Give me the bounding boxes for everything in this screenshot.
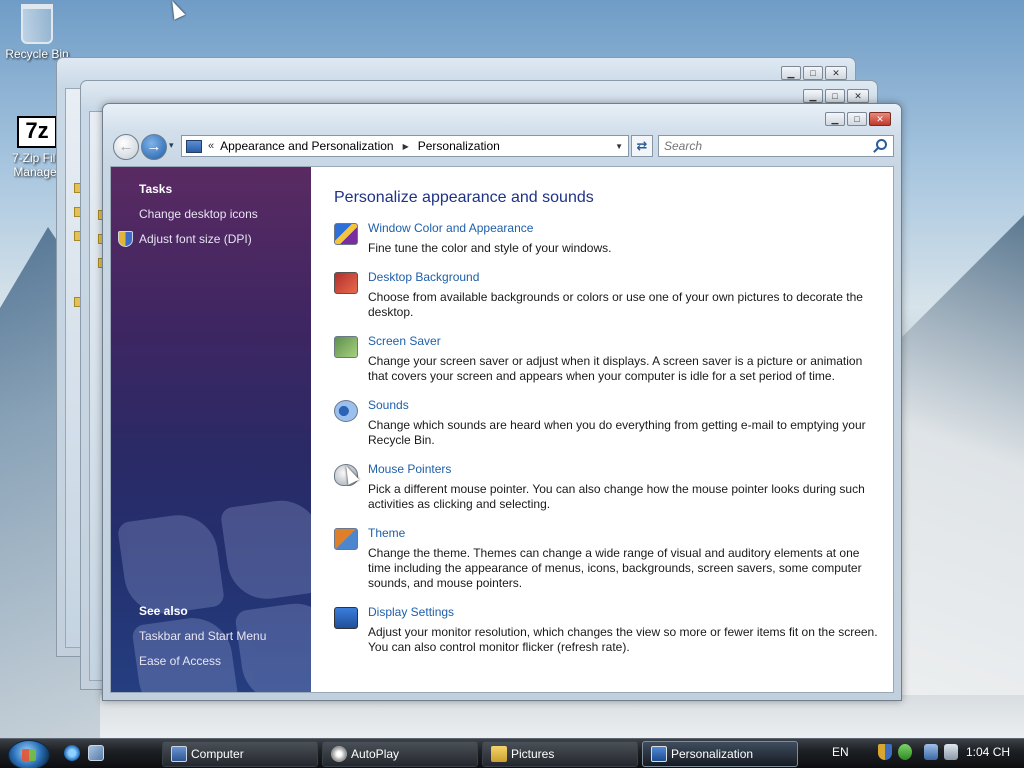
taskbar-button-label: AutoPlay bbox=[351, 747, 400, 761]
desktop-background-link[interactable]: Desktop Background bbox=[368, 270, 479, 284]
mouse-cursor-icon bbox=[166, 0, 186, 20]
maximize-button[interactable]: □ bbox=[847, 112, 867, 126]
wallpaper-snow bbox=[100, 695, 1024, 740]
network-icon[interactable] bbox=[924, 744, 938, 760]
mouse-pointers-link[interactable]: Mouse Pointers bbox=[368, 462, 451, 476]
taskbar-button-personalization[interactable]: Personalization bbox=[642, 741, 798, 767]
sounds-icon bbox=[334, 400, 358, 422]
address-bar[interactable]: « Appearance and Personalization ▶ Perso… bbox=[181, 135, 629, 157]
display-settings-icon bbox=[334, 607, 358, 629]
volume-icon[interactable] bbox=[944, 744, 958, 760]
display-settings-item: Display Settings Adjust your monitor res… bbox=[334, 605, 881, 655]
theme-item: Theme Change the theme. Themes can chang… bbox=[334, 526, 881, 590]
taskbar-button-pictures[interactable]: Pictures bbox=[482, 741, 638, 767]
breadcrumb-separator-icon[interactable]: ▶ bbox=[403, 142, 409, 151]
page-title: Personalize appearance and sounds bbox=[334, 189, 594, 206]
mouse-pointers-item: Mouse Pointers Pick a different mouse po… bbox=[334, 462, 881, 512]
pictures-folder-icon bbox=[491, 746, 507, 762]
maximize-button[interactable]: □ bbox=[825, 89, 845, 103]
taskbar-start-menu-link[interactable]: Taskbar and Start Menu bbox=[139, 629, 266, 643]
sounds-item: Sounds Change which sounds are heard whe… bbox=[334, 398, 881, 448]
language-indicator[interactable]: EN bbox=[832, 745, 849, 759]
breadcrumb-appearance-personalization[interactable]: Appearance and Personalization bbox=[220, 139, 393, 153]
theme-link[interactable]: Theme bbox=[368, 526, 405, 540]
close-button[interactable]: ✕ bbox=[825, 66, 847, 80]
close-button[interactable]: ✕ bbox=[847, 89, 869, 103]
breadcrumb-personalization[interactable]: Personalization bbox=[418, 139, 500, 153]
window-color-icon bbox=[334, 223, 358, 245]
uac-shield-icon bbox=[118, 231, 133, 247]
desktop-background-item: Desktop Background Choose from available… bbox=[334, 270, 881, 320]
forward-button[interactable]: → bbox=[141, 134, 167, 160]
system-clock[interactable]: 1:04 CH bbox=[966, 745, 1010, 759]
7zip-icon: 7z bbox=[17, 116, 57, 148]
control-panel-icon bbox=[186, 139, 202, 153]
internet-explorer-icon[interactable] bbox=[64, 745, 80, 761]
recycle-bin-icon bbox=[21, 4, 53, 44]
minimize-button[interactable]: ▁ bbox=[803, 89, 823, 103]
search-icon[interactable] bbox=[876, 139, 887, 150]
screen-saver-icon bbox=[334, 336, 358, 358]
taskbar-button-autoplay[interactable]: AutoPlay bbox=[322, 741, 478, 767]
theme-icon bbox=[334, 528, 358, 550]
ease-of-access-link[interactable]: Ease of Access bbox=[139, 654, 221, 668]
sounds-link[interactable]: Sounds bbox=[368, 398, 409, 412]
refresh-button[interactable]: ⇄ bbox=[631, 135, 653, 157]
desktop-icon-recycle-bin[interactable]: Recycle Bin bbox=[2, 4, 72, 61]
window-color-item: Window Color and Appearance Fine tune th… bbox=[334, 221, 881, 257]
see-also-heading: See also bbox=[139, 604, 188, 618]
adjust-font-size-link[interactable]: Adjust font size (DPI) bbox=[139, 232, 252, 246]
updates-icon[interactable] bbox=[898, 744, 912, 760]
window-color-description: Fine tune the color and style of your wi… bbox=[368, 241, 612, 255]
security-shield-icon[interactable] bbox=[878, 744, 892, 760]
content-area: Tasks Change desktop icons Adjust font s… bbox=[110, 166, 894, 693]
close-button[interactable]: ✕ bbox=[869, 112, 891, 126]
display-settings-description: Adjust your monitor resolution, which ch… bbox=[368, 625, 878, 654]
change-desktop-icons-link[interactable]: Change desktop icons bbox=[139, 207, 258, 221]
taskbar-button-label: Pictures bbox=[511, 747, 555, 761]
search-input[interactable] bbox=[659, 136, 869, 156]
theme-description: Change the theme. Themes can change a wi… bbox=[368, 546, 862, 590]
taskbar-button-label: Personalization bbox=[671, 747, 754, 761]
taskbar-button-label: Computer bbox=[191, 747, 244, 761]
task-pane: Tasks Change desktop icons Adjust font s… bbox=[111, 167, 311, 692]
address-dropdown-icon[interactable]: ▼ bbox=[615, 142, 623, 151]
minimize-button[interactable]: ▁ bbox=[781, 66, 801, 80]
personalization-window[interactable]: ▁ □ ✕ ← → ▾ « Appearance and Personaliza… bbox=[102, 103, 902, 701]
recent-pages-dropdown[interactable]: ▾ bbox=[169, 140, 174, 151]
minimize-button[interactable]: ▁ bbox=[825, 112, 845, 126]
start-button[interactable] bbox=[8, 740, 50, 768]
desktop-background-icon bbox=[334, 272, 358, 294]
main-panel: Personalize appearance and sounds Window… bbox=[311, 167, 893, 692]
desktop-background-description: Choose from available backgrounds or col… bbox=[368, 290, 863, 319]
tasks-heading: Tasks bbox=[139, 182, 173, 196]
search-box[interactable] bbox=[658, 135, 894, 157]
navigation-bar: ← → ▾ « Appearance and Personalization ▶… bbox=[111, 132, 894, 162]
screen-saver-description: Change your screen saver or adjust when … bbox=[368, 354, 863, 383]
display-settings-link[interactable]: Display Settings bbox=[368, 605, 454, 619]
computer-icon bbox=[171, 746, 187, 762]
maximize-button[interactable]: □ bbox=[803, 66, 823, 80]
mouse-pointers-description: Pick a different mouse pointer. You can … bbox=[368, 482, 865, 511]
personalization-icon bbox=[651, 746, 667, 762]
switch-windows-icon[interactable] bbox=[88, 745, 104, 761]
sounds-description: Change which sounds are heard when you d… bbox=[368, 418, 866, 447]
autoplay-icon bbox=[331, 746, 347, 762]
screen-saver-link[interactable]: Screen Saver bbox=[368, 334, 441, 348]
back-button[interactable]: ← bbox=[113, 134, 139, 160]
address-overflow-chevron[interactable]: « bbox=[208, 140, 214, 152]
taskbar-button-computer[interactable]: Computer bbox=[162, 741, 318, 767]
screen-saver-item: Screen Saver Change your screen saver or… bbox=[334, 334, 881, 384]
window-color-link[interactable]: Window Color and Appearance bbox=[368, 221, 533, 235]
wallpaper-mountain-right bbox=[894, 215, 1024, 735]
